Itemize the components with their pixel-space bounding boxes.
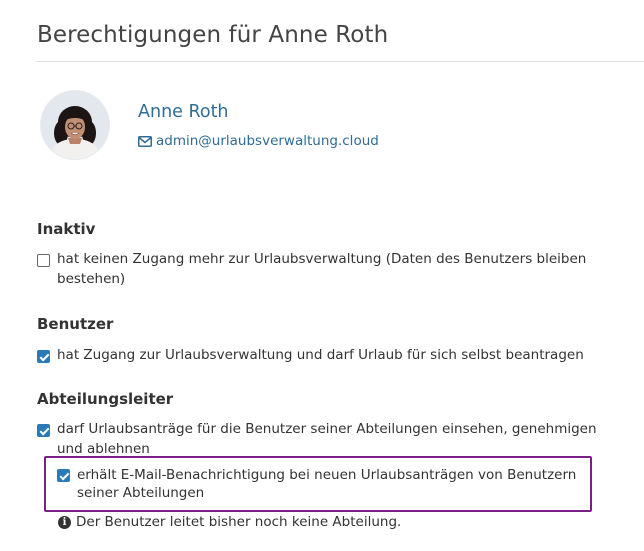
option-email-notification[interactable]: erhält E-Mail-Benachrichtigung bei neuen… [57,466,587,502]
user-email-link[interactable]: admin@urlaubsverwaltung.cloud [138,133,379,149]
option-user-label: hat Zugang zur Urlaubsverwaltung und dar… [57,347,584,363]
user-email-text: admin@urlaubsverwaltung.cloud [156,133,379,149]
checkbox-user[interactable] [37,350,50,363]
option-inactive-label: hat keinen Zugang mehr zur Urlaubsverwal… [57,251,587,287]
envelope-icon [138,135,152,147]
option-department-head-label: darf Urlaubsanträge für die Benutzer sei… [57,421,597,457]
checkbox-inactive[interactable] [37,254,50,267]
option-email-notification-label: erhält E-Mail-Benachrichtigung bei neuen… [77,467,577,501]
section-title-inactive: Inaktiv [37,220,96,238]
checkbox-email-notification[interactable] [57,469,70,482]
section-title-department-head: Abteilungsleiter [37,390,174,408]
info-circle-icon: i [58,515,71,529]
option-department-head[interactable]: darf Urlaubsanträge für die Benutzer sei… [37,419,597,459]
title-divider [37,61,644,62]
option-inactive[interactable]: hat keinen Zugang mehr zur Urlaubsverwal… [37,249,597,289]
checkbox-department-head[interactable] [37,424,50,437]
info-no-department-text: Der Benutzer leitet bisher noch keine Ab… [76,514,402,530]
user-name: Anne Roth [138,102,229,122]
avatar [41,91,109,159]
option-user[interactable]: hat Zugang zur Urlaubsverwaltung und dar… [37,345,637,365]
page-title: Berechtigungen für Anne Roth [37,22,389,48]
section-title-user: Benutzer [37,315,114,333]
info-no-department: i Der Benutzer leitet bisher noch keine … [58,514,401,530]
